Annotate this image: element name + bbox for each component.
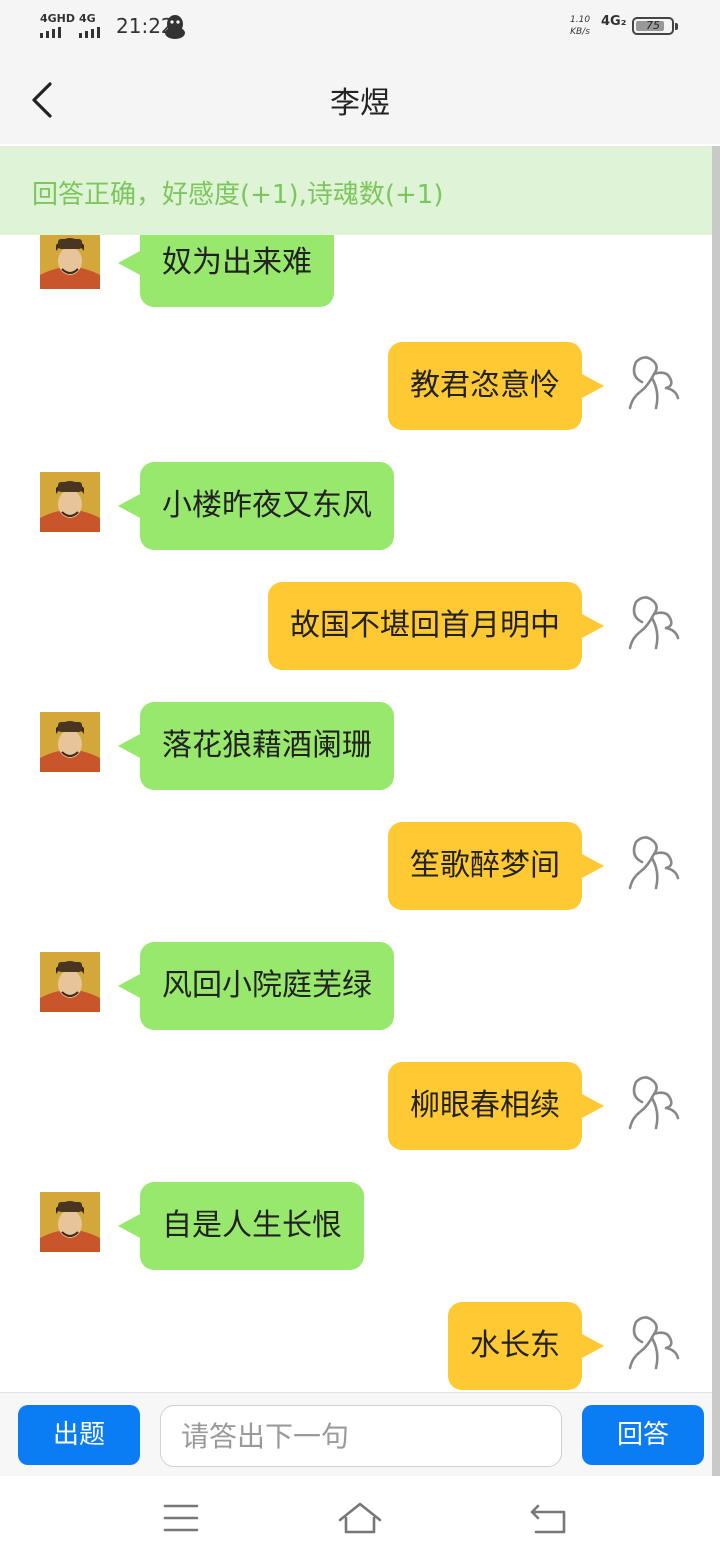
menu-button[interactable] [157,1496,205,1540]
header: 李煜 [0,56,720,144]
answer-input[interactable] [160,1405,562,1467]
notice-text: 回答正确，好感度(+1),诗魂数(+1) [32,180,444,210]
qq-penguin-icon [165,15,185,39]
user-avatar[interactable] [622,832,682,892]
network-label-3: 4G₂ [601,14,627,29]
received-message-bubble: 小楼昨夜又东风 [118,462,394,550]
result-notice: 回答正确，好感度(+1),诗魂数(+1) [0,146,712,235]
status-bar: 4GHD 4G 21:22 1.10 KB/s 4G₂ 75 [0,0,720,56]
system-nav-bar [0,1476,720,1560]
user-avatar[interactable] [622,1072,682,1132]
user-avatar[interactable] [622,352,682,412]
return-icon [530,1504,566,1534]
chat-list[interactable]: 奴为出来难 教君恣意怜小楼昨夜又东风故国不堪回首月明中落花狼藉酒阑珊笙歌醉梦间风回… [0,235,712,1392]
received-message-bubble: 风回小院庭芜绿 [118,942,394,1030]
scrollbar[interactable] [712,146,720,1476]
received-message-bubble: 落花狼藉酒阑珊 [118,702,394,790]
battery-level: 75 [646,19,660,32]
sent-message-bubble: 水长东 [448,1302,604,1390]
contact-avatar[interactable] [40,235,100,289]
sent-message-bubble: 故国不堪回首月明中 [268,582,604,670]
network-label: 4GHD [40,12,76,25]
battery-icon: 75 [632,17,678,35]
page-title: 李煜 [330,86,390,121]
sent-message-bubble: 教君恣意怜 [388,342,604,430]
signal-bars-icon [40,27,61,38]
network-speed: 1.10 KB/s [570,14,590,38]
network-label-2: 4G [79,12,96,25]
contact-avatar[interactable] [40,472,100,532]
contact-avatar[interactable] [40,952,100,1012]
home-icon [338,1502,382,1534]
user-avatar[interactable] [622,592,682,652]
received-message-bubble: 奴为出来难 [118,235,334,307]
contact-avatar[interactable] [40,712,100,772]
speed-value: 1.10 [570,15,591,25]
return-button[interactable] [524,1496,572,1540]
user-avatar[interactable] [622,1312,682,1372]
menu-icon [163,1504,199,1532]
signal-bars-2-icon [79,27,100,38]
home-button[interactable] [336,1496,384,1540]
sent-message-bubble: 柳眼春相续 [388,1062,604,1150]
input-bar: 出题 回答 [0,1392,712,1477]
speed-unit: KB/s [570,27,590,37]
received-message-bubble: 自是人生长恨 [118,1182,364,1270]
sent-message-bubble: 笙歌醉梦间 [388,822,604,910]
contact-avatar[interactable] [40,1192,100,1252]
answer-button[interactable]: 回答 [582,1405,704,1465]
ask-question-button[interactable]: 出题 [18,1405,140,1465]
